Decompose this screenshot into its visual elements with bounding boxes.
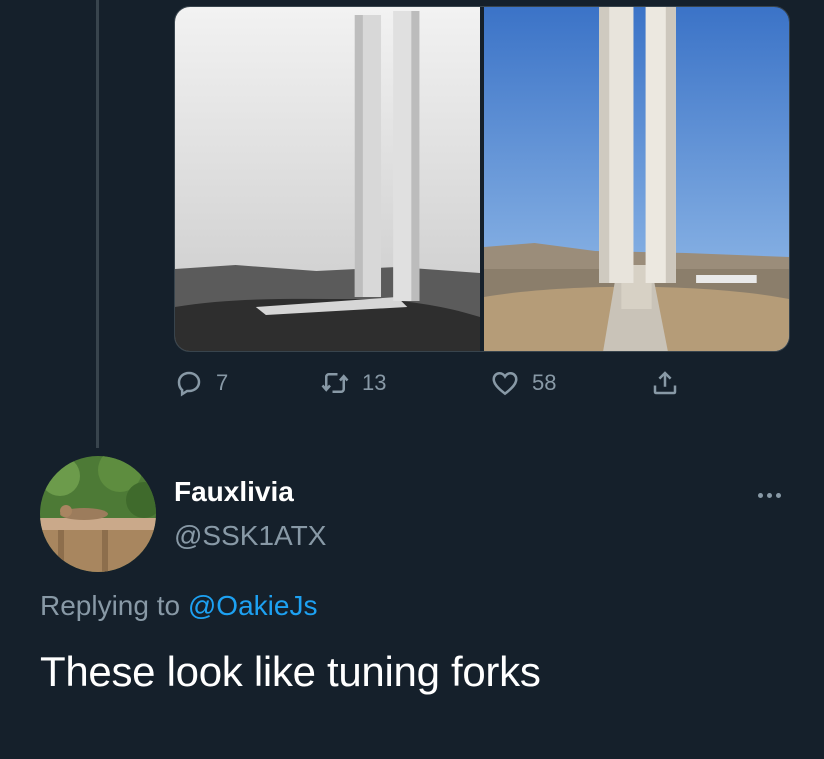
tweet-media-grid <box>174 6 790 352</box>
more-dot-icon <box>766 492 772 498</box>
monument-bw-image <box>175 7 480 351</box>
like-count: 58 <box>532 370 557 395</box>
user-handle[interactable]: @SSK1ATX <box>174 520 326 552</box>
more-options-button[interactable] <box>748 480 790 510</box>
replying-to-label: Replying to <box>40 590 181 621</box>
media-photo-color[interactable] <box>484 7 789 351</box>
reply-button[interactable]: 7 <box>174 368 228 398</box>
replying-to-line: Replying to @OakieJs <box>40 590 317 622</box>
retweet-count: 13 <box>362 370 387 395</box>
reply-count: 7 <box>216 370 229 395</box>
display-name[interactable]: Fauxlivia <box>174 476 294 508</box>
like-button[interactable]: 58 <box>490 368 556 398</box>
heart-icon <box>492 371 518 396</box>
retweet-icon <box>321 373 349 393</box>
tweet-text: These look like tuning forks <box>40 648 541 695</box>
retweet-button[interactable]: 13 <box>320 368 386 398</box>
more-dot-icon <box>757 492 763 498</box>
thread-connector-line <box>96 0 99 448</box>
more-dot-icon <box>775 492 781 498</box>
avatar[interactable] <box>40 456 156 572</box>
tweet-action-bar: 7 13 58 <box>174 368 694 404</box>
share-button[interactable] <box>650 368 680 398</box>
replying-to-mention-link[interactable]: @OakieJs <box>188 590 318 621</box>
media-photo-black-and-white[interactable] <box>175 7 480 351</box>
share-icon <box>653 371 677 395</box>
monument-color-image <box>484 7 789 351</box>
reply-icon <box>177 371 201 397</box>
avatar-image <box>40 456 156 572</box>
